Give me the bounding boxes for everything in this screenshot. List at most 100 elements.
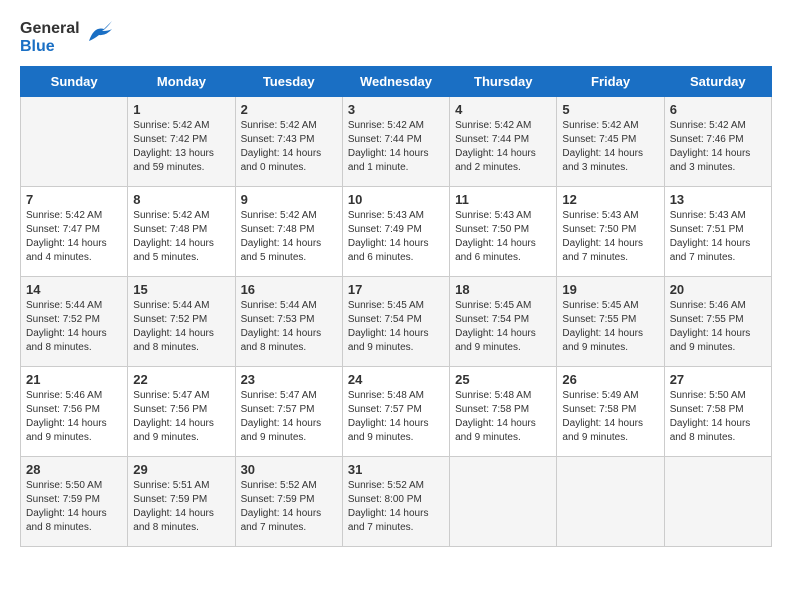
day-info: Sunrise: 5:43 AM Sunset: 7:49 PM Dayligh… — [348, 209, 444, 265]
day-info: Sunrise: 5:46 AM Sunset: 7:56 PM Dayligh… — [26, 389, 122, 445]
day-number: 26 — [562, 372, 658, 387]
day-info: Sunrise: 5:49 AM Sunset: 7:58 PM Dayligh… — [562, 389, 658, 445]
calendar-cell: 16 Sunrise: 5:44 AM Sunset: 7:53 PM Dayli… — [235, 277, 342, 367]
day-number: 12 — [562, 192, 658, 207]
calendar-cell: 13Sunrise: 5:43 AM Sunset: 7:51 PM Dayli… — [664, 187, 771, 277]
weekday-header: Saturday — [664, 67, 771, 97]
day-info: Sunrise: 5:44 AM Sunset: 7:53 PM Dayligh… — [241, 299, 337, 355]
calendar-cell: 9Sunrise: 5:42 AM Sunset: 7:48 PM Daylig… — [235, 187, 342, 277]
day-number: 8 — [133, 192, 229, 207]
day-info: Sunrise: 5:47 AM Sunset: 7:57 PM Dayligh… — [241, 389, 337, 445]
day-info: Sunrise: 5:44 AM Sunset: 7:52 PM Dayligh… — [26, 299, 122, 355]
calendar-week-row: 28 Sunrise: 5:50 AM Sunset: 7:59 PM Dayli… — [21, 457, 772, 547]
day-number: 28 — [26, 462, 122, 477]
day-number: 23 — [241, 372, 337, 387]
calendar-cell: 3 Sunrise: 5:42 AM Sunset: 7:44 PM Daylig… — [342, 97, 449, 187]
calendar-cell: 30Sunrise: 5:52 AM Sunset: 7:59 PM Dayli… — [235, 457, 342, 547]
calendar-cell — [557, 457, 664, 547]
calendar-cell: 12Sunrise: 5:43 AM Sunset: 7:50 PM Dayli… — [557, 187, 664, 277]
weekday-header: Friday — [557, 67, 664, 97]
calendar-week-row: 7Sunrise: 5:42 AM Sunset: 7:47 PM Daylig… — [21, 187, 772, 277]
calendar-cell: 20 Sunrise: 5:46 AM Sunset: 7:55 PM Dayli… — [664, 277, 771, 367]
day-number: 10 — [348, 192, 444, 207]
day-info: Sunrise: 5:43 AM Sunset: 7:50 PM Dayligh… — [455, 209, 551, 265]
day-number: 9 — [241, 192, 337, 207]
day-number: 17 — [348, 282, 444, 297]
page-header: General Blue — [20, 20, 772, 56]
day-info: Sunrise: 5:52 AM Sunset: 7:59 PM Dayligh… — [241, 479, 337, 535]
calendar-cell — [21, 97, 128, 187]
weekday-header-row: SundayMondayTuesdayWednesdayThursdayFrid… — [21, 67, 772, 97]
calendar-cell: 10 Sunrise: 5:43 AM Sunset: 7:49 PM Dayli… — [342, 187, 449, 277]
logo-bird-icon — [84, 21, 114, 46]
day-info: Sunrise: 5:51 AM Sunset: 7:59 PM Dayligh… — [133, 479, 229, 535]
day-number: 2 — [241, 102, 337, 117]
day-number: 21 — [26, 372, 122, 387]
day-info: Sunrise: 5:42 AM Sunset: 7:42 PM Dayligh… — [133, 119, 229, 175]
day-number: 3 — [348, 102, 444, 117]
day-info: Sunrise: 5:45 AM Sunset: 7:54 PM Dayligh… — [455, 299, 551, 355]
calendar-cell: 5Sunrise: 5:42 AM Sunset: 7:45 PM Daylig… — [557, 97, 664, 187]
day-number: 5 — [562, 102, 658, 117]
day-number: 15 — [133, 282, 229, 297]
calendar-cell: 18 Sunrise: 5:45 AM Sunset: 7:54 PM Dayli… — [450, 277, 557, 367]
day-number: 18 — [455, 282, 551, 297]
day-number: 16 — [241, 282, 337, 297]
day-number: 7 — [26, 192, 122, 207]
day-number: 29 — [133, 462, 229, 477]
day-info: Sunrise: 5:48 AM Sunset: 7:57 PM Dayligh… — [348, 389, 444, 445]
day-info: Sunrise: 5:42 AM Sunset: 7:48 PM Dayligh… — [133, 209, 229, 265]
calendar-cell: 7Sunrise: 5:42 AM Sunset: 7:47 PM Daylig… — [21, 187, 128, 277]
day-info: Sunrise: 5:48 AM Sunset: 7:58 PM Dayligh… — [455, 389, 551, 445]
calendar-cell: 22 Sunrise: 5:47 AM Sunset: 7:56 PM Dayli… — [128, 367, 235, 457]
calendar-cell: 23 Sunrise: 5:47 AM Sunset: 7:57 PM Dayli… — [235, 367, 342, 457]
day-number: 24 — [348, 372, 444, 387]
day-number: 25 — [455, 372, 551, 387]
calendar-cell: 2 Sunrise: 5:42 AM Sunset: 7:43 PM Daylig… — [235, 97, 342, 187]
calendar-week-row: 1 Sunrise: 5:42 AM Sunset: 7:42 PM Daylig… — [21, 97, 772, 187]
calendar-cell: 17 Sunrise: 5:45 AM Sunset: 7:54 PM Dayli… — [342, 277, 449, 367]
calendar-cell: 14 Sunrise: 5:44 AM Sunset: 7:52 PM Dayli… — [21, 277, 128, 367]
calendar-cell: 6 Sunrise: 5:42 AM Sunset: 7:46 PM Daylig… — [664, 97, 771, 187]
calendar-cell: 1 Sunrise: 5:42 AM Sunset: 7:42 PM Daylig… — [128, 97, 235, 187]
day-info: Sunrise: 5:52 AM Sunset: 8:00 PM Dayligh… — [348, 479, 444, 535]
day-number: 4 — [455, 102, 551, 117]
day-info: Sunrise: 5:46 AM Sunset: 7:55 PM Dayligh… — [670, 299, 766, 355]
day-info: Sunrise: 5:42 AM Sunset: 7:43 PM Dayligh… — [241, 119, 337, 175]
day-number: 31 — [348, 462, 444, 477]
logo-text-blue: Blue — [20, 38, 55, 56]
calendar-cell: 4 Sunrise: 5:42 AM Sunset: 7:44 PM Daylig… — [450, 97, 557, 187]
calendar-cell: 28 Sunrise: 5:50 AM Sunset: 7:59 PM Dayli… — [21, 457, 128, 547]
logo: General Blue — [20, 20, 114, 56]
calendar-cell: 29 Sunrise: 5:51 AM Sunset: 7:59 PM Dayli… — [128, 457, 235, 547]
calendar-cell: 31 Sunrise: 5:52 AM Sunset: 8:00 PM Dayli… — [342, 457, 449, 547]
day-number: 20 — [670, 282, 766, 297]
weekday-header: Wednesday — [342, 67, 449, 97]
logo-wrapper: General Blue — [20, 20, 114, 56]
calendar-cell: 11 Sunrise: 5:43 AM Sunset: 7:50 PM Dayli… — [450, 187, 557, 277]
day-info: Sunrise: 5:42 AM Sunset: 7:46 PM Dayligh… — [670, 119, 766, 175]
day-number: 1 — [133, 102, 229, 117]
day-number: 6 — [670, 102, 766, 117]
day-number: 13 — [670, 192, 766, 207]
day-info: Sunrise: 5:44 AM Sunset: 7:52 PM Dayligh… — [133, 299, 229, 355]
logo-text-general: General — [20, 20, 80, 38]
day-info: Sunrise: 5:47 AM Sunset: 7:56 PM Dayligh… — [133, 389, 229, 445]
day-info: Sunrise: 5:42 AM Sunset: 7:44 PM Dayligh… — [348, 119, 444, 175]
calendar-cell: 15 Sunrise: 5:44 AM Sunset: 7:52 PM Dayli… — [128, 277, 235, 367]
day-number: 14 — [26, 282, 122, 297]
day-info: Sunrise: 5:50 AM Sunset: 7:58 PM Dayligh… — [670, 389, 766, 445]
day-info: Sunrise: 5:45 AM Sunset: 7:55 PM Dayligh… — [562, 299, 658, 355]
calendar-cell: 24 Sunrise: 5:48 AM Sunset: 7:57 PM Dayli… — [342, 367, 449, 457]
weekday-header: Monday — [128, 67, 235, 97]
calendar-week-row: 14 Sunrise: 5:44 AM Sunset: 7:52 PM Dayli… — [21, 277, 772, 367]
day-info: Sunrise: 5:45 AM Sunset: 7:54 PM Dayligh… — [348, 299, 444, 355]
calendar-cell: 19Sunrise: 5:45 AM Sunset: 7:55 PM Dayli… — [557, 277, 664, 367]
calendar-cell: 27Sunrise: 5:50 AM Sunset: 7:58 PM Dayli… — [664, 367, 771, 457]
calendar-cell: 26 Sunrise: 5:49 AM Sunset: 7:58 PM Dayli… — [557, 367, 664, 457]
day-info: Sunrise: 5:42 AM Sunset: 7:44 PM Dayligh… — [455, 119, 551, 175]
day-number: 22 — [133, 372, 229, 387]
calendar-cell — [450, 457, 557, 547]
day-number: 11 — [455, 192, 551, 207]
day-info: Sunrise: 5:50 AM Sunset: 7:59 PM Dayligh… — [26, 479, 122, 535]
